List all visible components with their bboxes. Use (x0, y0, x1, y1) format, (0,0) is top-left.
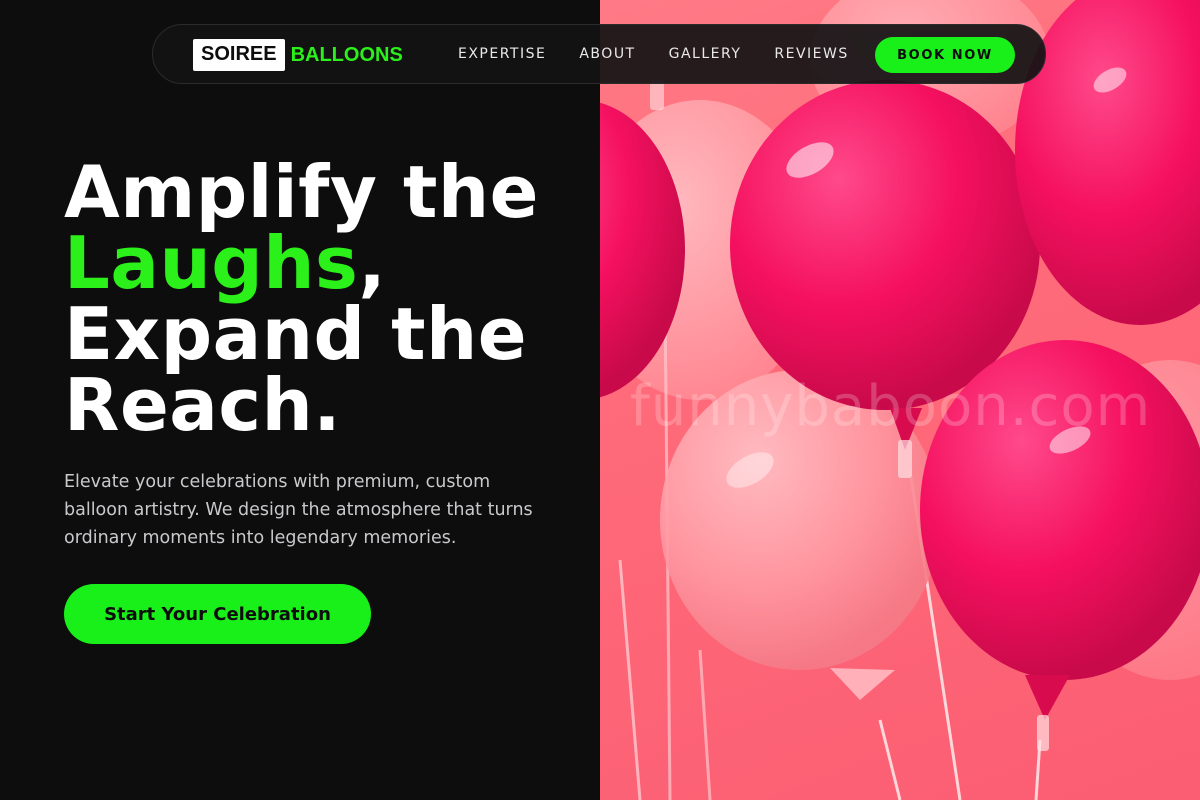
nav-link-expertise[interactable]: EXPERTISE (458, 46, 546, 62)
logo-soiree: SOIREE (193, 39, 285, 71)
logo-balloons: BALLOONS (290, 43, 403, 66)
nav-links: EXPERTISE ABOUT GALLERY REVIEWS (458, 25, 849, 83)
nav-link-gallery[interactable]: GALLERY (669, 46, 742, 62)
landing-page: Amplify the Laughs, Expand the Reach. El… (0, 0, 1200, 800)
hero-subtext: Elevate your celebrations with premium, … (64, 472, 533, 548)
hero-left-panel: Amplify the Laughs, Expand the Reach. El… (0, 0, 600, 800)
image-watermark: funnybaboon.com (630, 374, 1152, 439)
top-navigation: SOIREE BALLOONS EXPERTISE ABOUT GALLERY … (152, 24, 1046, 84)
brand-logo[interactable]: SOIREE BALLOONS (193, 39, 403, 71)
start-celebration-button[interactable]: Start Your Celebration (64, 584, 371, 644)
book-now-button[interactable]: BOOK NOW (875, 37, 1015, 73)
nav-link-about[interactable]: ABOUT (579, 46, 635, 62)
headline-line-4: Reach. (64, 363, 342, 447)
nav-link-reviews[interactable]: REVIEWS (774, 46, 848, 62)
hero-headline: Amplify the Laughs, Expand the Reach. (64, 156, 539, 441)
hero-balloon-image: funnybaboon.com (600, 0, 1200, 800)
